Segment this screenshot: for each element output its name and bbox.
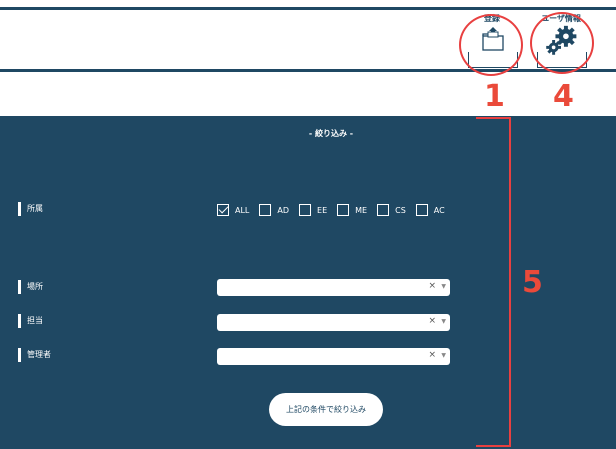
clear-icon[interactable]: × <box>428 350 436 360</box>
filter-title: - 絞り込み - <box>308 129 354 138</box>
location-label: 場所 <box>18 280 43 294</box>
person-select[interactable]: × ▼ <box>217 314 450 331</box>
clear-icon[interactable]: × <box>428 316 436 326</box>
checkbox-ee[interactable] <box>299 204 312 216</box>
checkbox-cs-label: CS <box>395 205 406 215</box>
header: 登録 ユーザ情報 <box>0 12 616 70</box>
manager-label: 管理者 <box>18 348 51 362</box>
checkbox-ac[interactable] <box>415 204 428 216</box>
annotation-number-4: 4 <box>553 79 574 114</box>
checkbox-me-label: ME <box>355 205 368 215</box>
annotation-circle-1 <box>459 14 523 76</box>
top-border <box>0 7 616 10</box>
checkbox-ac-label: AC <box>433 205 445 215</box>
checkbox-ad[interactable] <box>259 204 272 216</box>
header-bottom-border <box>0 69 616 72</box>
annotation-number-1: 1 <box>484 79 505 114</box>
annotation-bracket-5 <box>476 117 511 447</box>
chevron-down-icon: ▼ <box>441 283 446 290</box>
chevron-down-icon: ▼ <box>441 352 446 359</box>
checkbox-all[interactable] <box>217 204 229 216</box>
affiliation-label: 所属 <box>18 202 43 216</box>
chevron-down-icon: ▼ <box>441 318 446 325</box>
checkbox-cs[interactable] <box>377 204 390 216</box>
checkbox-ee-label: EE <box>317 205 328 215</box>
affiliation-checkbox-group: ALL AD EE ME CS AC <box>217 202 455 218</box>
person-label: 担当 <box>18 314 43 328</box>
apply-filter-button[interactable]: 上記の条件で絞り込み <box>269 393 383 426</box>
clear-icon[interactable]: × <box>428 281 436 291</box>
annotation-number-5: 5 <box>522 265 543 300</box>
manager-select[interactable]: × ▼ <box>217 348 450 365</box>
location-select[interactable]: × ▼ <box>217 279 450 296</box>
checkbox-me[interactable] <box>337 204 350 216</box>
annotation-circle-4 <box>530 12 594 74</box>
checkbox-all-label: ALL <box>235 205 250 215</box>
checkbox-ad-label: AD <box>277 205 290 215</box>
